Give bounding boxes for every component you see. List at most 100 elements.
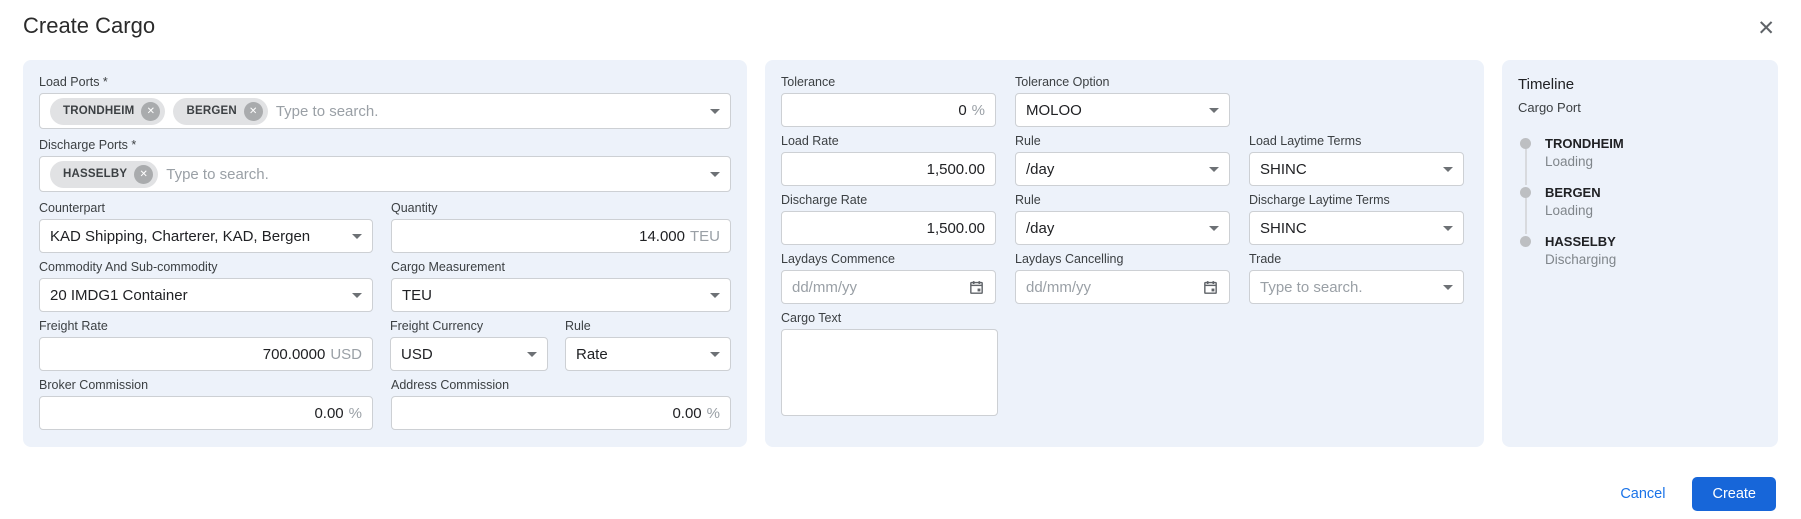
trade-field: Trade Type to search. bbox=[1249, 253, 1464, 304]
quantity-input[interactable]: 14.000 TEU bbox=[391, 219, 731, 253]
commodity-select[interactable]: 20 IMDG1 Container bbox=[39, 278, 373, 312]
chevron-down-icon bbox=[1209, 166, 1219, 172]
laydays-commence-input[interactable]: dd/mm/yy bbox=[781, 270, 996, 304]
load-ports-label: Load Ports * bbox=[39, 75, 108, 89]
tolerance-option-select[interactable]: MOLOO bbox=[1015, 93, 1230, 127]
tolerance-option-value: MOLOO bbox=[1026, 101, 1082, 119]
timeline-connector bbox=[1524, 149, 1527, 185]
freight-rule-value: Rate bbox=[576, 345, 608, 363]
address-commission-label: Address Commission bbox=[391, 378, 510, 392]
freight-currency-select[interactable]: USD bbox=[390, 337, 548, 371]
timeline-activity: Loading bbox=[1545, 203, 1594, 218]
load-rule-value: /day bbox=[1026, 160, 1055, 178]
discharge-rate-label: Discharge Rate bbox=[781, 193, 868, 207]
calendar-icon[interactable] bbox=[968, 279, 985, 296]
discharge-laytime-terms-select[interactable]: SHINC bbox=[1249, 211, 1464, 245]
quantity-label: Quantity bbox=[391, 201, 438, 215]
create-button[interactable]: Create bbox=[1692, 477, 1776, 511]
cargo-measurement-label: Cargo Measurement bbox=[391, 260, 505, 274]
discharge-ports-input[interactable]: HASSELBY ✕ Type to search. bbox=[39, 156, 731, 192]
freight-rate-label: Freight Rate bbox=[39, 319, 108, 333]
port-chip[interactable]: BERGEN ✕ bbox=[173, 97, 268, 125]
broker-commission-label: Broker Commission bbox=[39, 378, 149, 392]
timeline-dot-icon bbox=[1520, 138, 1531, 149]
chevron-down-icon bbox=[352, 233, 362, 239]
chip-remove-icon[interactable]: ✕ bbox=[141, 101, 161, 121]
freight-currency-label: Freight Currency bbox=[390, 319, 484, 333]
laydays-commence-placeholder: dd/mm/yy bbox=[792, 278, 858, 296]
broker-commission-field: Broker Commission 0.00 % bbox=[39, 379, 373, 430]
cargo-text-field: Cargo Text bbox=[781, 312, 1468, 416]
close-icon[interactable]: ✕ bbox=[1757, 18, 1775, 39]
discharge-laytime-terms-label: Discharge Laytime Terms bbox=[1249, 193, 1390, 207]
counterpart-select[interactable]: KAD Shipping, Charterer, KAD, Bergen bbox=[39, 219, 373, 253]
timeline-rail bbox=[1520, 185, 1531, 234]
port-chip[interactable]: TRONDHEIM ✕ bbox=[50, 97, 166, 125]
timeline-rail bbox=[1520, 234, 1531, 283]
load-rule-label: Rule bbox=[1015, 134, 1041, 148]
timeline-dot-icon bbox=[1520, 236, 1531, 247]
load-laytime-terms-select[interactable]: SHINC bbox=[1249, 152, 1464, 186]
load-rate-value: 1,500.00 bbox=[926, 160, 985, 178]
calendar-icon[interactable] bbox=[1202, 279, 1219, 296]
chevron-down-icon bbox=[710, 351, 720, 357]
freight-rate-input[interactable]: 700.0000 USD bbox=[39, 337, 373, 371]
timeline-rail bbox=[1520, 136, 1531, 185]
chip-remove-icon[interactable]: ✕ bbox=[134, 164, 154, 184]
timeline-subtitle: Cargo Port bbox=[1518, 100, 1581, 115]
discharge-rule-label: Rule bbox=[1015, 193, 1041, 207]
freight-rate-field: Freight Rate 700.0000 USD bbox=[39, 320, 373, 371]
cancel-button[interactable]: Cancel bbox=[1620, 486, 1665, 502]
discharge-ports-label: Discharge Ports * bbox=[39, 138, 137, 152]
quantity-value: 14.000 bbox=[639, 227, 685, 245]
load-rate-input[interactable]: 1,500.00 bbox=[781, 152, 996, 186]
broker-commission-input[interactable]: 0.00 % bbox=[39, 396, 373, 430]
timeline-activity: Discharging bbox=[1545, 252, 1617, 267]
load-rule-select[interactable]: /day bbox=[1015, 152, 1230, 186]
cargo-details-panel: Load Ports * TRONDHEIM ✕ BERGEN ✕ Type t… bbox=[23, 60, 747, 447]
cargo-measurement-field: Cargo Measurement TEU bbox=[391, 261, 731, 312]
freight-currency-field: Freight Currency USD bbox=[390, 320, 548, 371]
tolerance-field: Tolerance 0 % bbox=[781, 76, 996, 127]
chevron-down-icon bbox=[352, 292, 362, 298]
load-ports-field: Load Ports * TRONDHEIM ✕ BERGEN ✕ Type t… bbox=[39, 76, 731, 129]
laydays-cancelling-label: Laydays Cancelling bbox=[1015, 252, 1124, 266]
address-commission-input[interactable]: 0.00 % bbox=[391, 396, 731, 430]
load-ports-input[interactable]: TRONDHEIM ✕ BERGEN ✕ Type to search. bbox=[39, 93, 731, 129]
discharge-rate-input[interactable]: 1,500.00 bbox=[781, 211, 996, 245]
tolerance-option-field: Tolerance Option MOLOO bbox=[1015, 76, 1230, 127]
freight-rate-value: 700.0000 bbox=[262, 345, 326, 363]
discharge-laytime-terms-field: Discharge Laytime Terms SHINC bbox=[1249, 194, 1464, 245]
tolerance-value: 0 bbox=[958, 101, 967, 119]
timeline-port: TRONDHEIM bbox=[1545, 136, 1624, 151]
chevron-down-icon bbox=[710, 108, 720, 114]
cargo-text-input[interactable] bbox=[781, 329, 998, 416]
port-chip[interactable]: HASSELBY ✕ bbox=[50, 160, 159, 188]
port-chip-label: TRONDHEIM bbox=[63, 105, 135, 117]
freight-rule-select[interactable]: Rate bbox=[565, 337, 731, 371]
timeline-list: TRONDHEIM Loading BERGEN Loading HASSELB… bbox=[1520, 136, 1762, 283]
chevron-down-icon bbox=[710, 171, 720, 177]
broker-commission-value: 0.00 bbox=[314, 404, 344, 422]
discharge-rule-select[interactable]: /day bbox=[1015, 211, 1230, 245]
chip-remove-icon[interactable]: ✕ bbox=[243, 101, 263, 121]
footer-actions: Cancel Create bbox=[1620, 477, 1776, 511]
load-laytime-terms-value: SHINC bbox=[1260, 160, 1307, 178]
load-laytime-terms-field: Load Laytime Terms SHINC bbox=[1249, 135, 1464, 186]
page-title: Create Cargo bbox=[23, 13, 156, 38]
counterpart-label: Counterpart bbox=[39, 201, 106, 215]
tolerance-input[interactable]: 0 % bbox=[781, 93, 996, 127]
timeline-port: HASSELBY bbox=[1545, 234, 1616, 249]
trade-select[interactable]: Type to search. bbox=[1249, 270, 1464, 304]
load-rate-label: Load Rate bbox=[781, 134, 839, 148]
freight-rule-field: Rule Rate bbox=[565, 320, 731, 371]
discharge-ports-field: Discharge Ports * HASSELBY ✕ Type to sea… bbox=[39, 139, 731, 192]
cargo-measurement-select[interactable]: TEU bbox=[391, 278, 731, 312]
trade-placeholder: Type to search. bbox=[1260, 278, 1363, 296]
port-chip-label: HASSELBY bbox=[63, 168, 128, 180]
commodity-label: Commodity And Sub-commodity bbox=[39, 260, 218, 274]
port-chip-label: BERGEN bbox=[186, 105, 237, 117]
freight-rule-label: Rule bbox=[565, 319, 591, 333]
laydays-cancelling-input[interactable]: dd/mm/yy bbox=[1015, 270, 1230, 304]
freight-rate-currency: USD bbox=[330, 345, 362, 363]
